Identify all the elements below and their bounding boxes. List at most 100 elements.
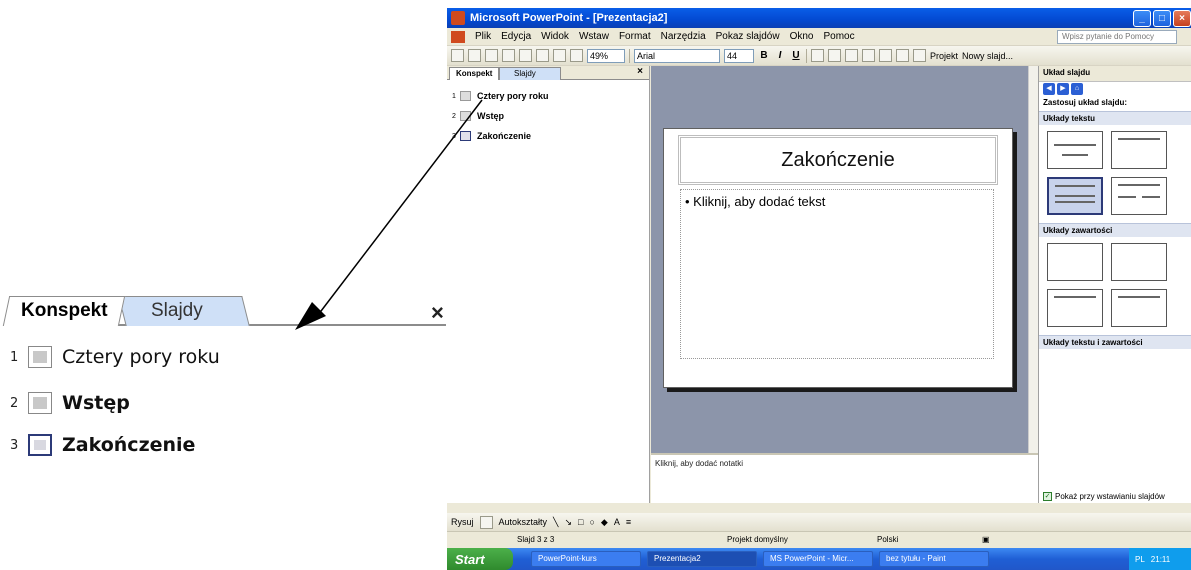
layout-two-column-text[interactable] xyxy=(1111,177,1167,215)
bold-button[interactable]: B xyxy=(758,50,770,61)
layout-two-content[interactable] xyxy=(1111,289,1167,327)
taskbar-item-prezentacja2[interactable]: Prezentacja2 xyxy=(647,551,757,567)
slide-icon xyxy=(28,346,52,368)
new-document-icon[interactable] xyxy=(451,49,464,62)
slide-scrollbar[interactable] xyxy=(1028,66,1038,453)
zoom-item-label: Cztery pory roku xyxy=(62,346,220,368)
zoom-tab-konspekt[interactable]: Konspekt xyxy=(2,296,126,326)
back-icon[interactable]: ◀ xyxy=(1043,83,1055,95)
outline-item-number: 3 xyxy=(452,132,456,140)
checkbox-checked-icon[interactable]: ✓ xyxy=(1043,492,1052,501)
document-icon[interactable] xyxy=(451,30,465,43)
taskbar-item-ms-powerpoint[interactable]: MS PowerPoint - Micr... xyxy=(763,551,873,567)
tab-slajdy[interactable]: Slajdy xyxy=(499,67,561,80)
zoom-tab-slajdy[interactable]: Slajdy xyxy=(118,296,250,326)
oval-icon[interactable]: ○ xyxy=(589,517,594,527)
menu-wstaw[interactable]: Wstaw xyxy=(579,31,609,42)
forward-icon[interactable]: ▶ xyxy=(1057,83,1069,95)
table-icon[interactable] xyxy=(570,49,583,62)
home-icon[interactable]: ⌂ xyxy=(1071,83,1083,95)
font-color-icon[interactable] xyxy=(913,49,926,62)
rectangle-icon[interactable]: □ xyxy=(578,517,583,527)
line-icon[interactable]: ╲ xyxy=(553,517,558,528)
start-button[interactable]: Start xyxy=(447,548,513,570)
slide-title-placeholder[interactable]: Zakończenie xyxy=(678,135,998,185)
zoom-item-label: Zakończenie xyxy=(62,434,196,456)
align-center-icon[interactable] xyxy=(828,49,841,62)
zoom-outline-item-3[interactable]: 3 Zakończenie xyxy=(10,430,195,460)
align-left-icon[interactable] xyxy=(811,49,824,62)
menu-widok[interactable]: Widok xyxy=(541,31,569,42)
spellcheck-icon: ▣ xyxy=(982,535,990,544)
help-search-input[interactable]: Wpisz pytanie do Pomocy xyxy=(1057,29,1177,44)
layout-content[interactable] xyxy=(1111,243,1167,281)
menu-edycja[interactable]: Edycja xyxy=(501,31,531,42)
layout-title-and-text[interactable] xyxy=(1047,177,1103,215)
menu-pomoc[interactable]: Pomoc xyxy=(823,31,854,42)
fill-color-icon[interactable]: ◆ xyxy=(601,517,608,528)
open-icon[interactable] xyxy=(468,49,481,62)
outline-item-3[interactable]: 3 Zakończenie xyxy=(452,130,531,142)
menu-pokaz-slajdow[interactable]: Pokaz slajdów xyxy=(716,31,780,42)
outline-item-1[interactable]: 1 Cztery pory roku xyxy=(452,90,549,102)
taskbar-item-paint[interactable]: bez tytułu - Paint xyxy=(879,551,989,567)
slide-icon-selected xyxy=(28,434,52,456)
arrow-icon[interactable]: ↘ xyxy=(564,517,572,528)
menu-plik[interactable]: Plik xyxy=(475,31,491,42)
draw-menu-button[interactable]: Rysuj xyxy=(451,517,474,527)
layout-title-only[interactable] xyxy=(1111,131,1167,169)
status-design: Projekt domyślny xyxy=(727,535,788,544)
formatting-toolbar: 49% Arial 44 B I U Projekt Nowy slajd... xyxy=(447,46,1191,66)
maximize-icon[interactable]: □ xyxy=(1153,10,1171,27)
show-on-insert-option[interactable]: ✓ Pokaż przy wstawianiu slajdów xyxy=(1043,492,1165,501)
zoom-outline-item-2[interactable]: 2 Wstęp xyxy=(10,388,130,418)
line-style-icon[interactable]: ≡ xyxy=(626,517,631,527)
section-text-layouts: Układy tekstu xyxy=(1039,111,1191,125)
screenshot-root: Konspekt Slajdy × 1 Cztery pory roku 2 W… xyxy=(0,0,1191,570)
language-indicator[interactable]: PL xyxy=(1135,555,1145,564)
tab-konspekt[interactable]: Konspekt xyxy=(449,67,500,80)
design-button[interactable]: Projekt xyxy=(930,51,958,61)
layout-blank[interactable] xyxy=(1047,243,1103,281)
undo-icon[interactable] xyxy=(536,49,549,62)
layout-title-and-content[interactable] xyxy=(1047,289,1103,327)
toolbar-separator xyxy=(806,48,807,63)
menu-format[interactable]: Format xyxy=(619,31,651,42)
autoshapes-button[interactable]: Autokształty xyxy=(499,517,548,527)
close-icon[interactable]: × xyxy=(1173,10,1191,27)
underline-button[interactable]: U xyxy=(790,50,802,61)
font-select[interactable]: Arial xyxy=(634,48,720,63)
zoom-close-icon[interactable]: × xyxy=(431,300,444,326)
system-tray: PL 21:11 xyxy=(1129,548,1191,570)
font-size-select[interactable]: 44 xyxy=(724,48,754,63)
taskbar-item-powerpoint-kurs[interactable]: PowerPoint-kurs xyxy=(531,551,641,567)
slide-canvas[interactable]: Zakończenie • Kliknij, aby dodać tekst xyxy=(663,128,1013,388)
content-layouts-grid xyxy=(1039,237,1191,333)
layout-title-slide[interactable] xyxy=(1047,131,1103,169)
outline-close-icon[interactable]: × xyxy=(637,66,643,77)
slide-icon xyxy=(28,392,52,414)
increase-font-icon[interactable] xyxy=(896,49,909,62)
paste-icon[interactable] xyxy=(519,49,532,62)
numbering-icon[interactable] xyxy=(862,49,875,62)
zoom-outline-item-1[interactable]: 1 Cztery pory roku xyxy=(10,342,220,372)
slide-body-placeholder[interactable]: • Kliknij, aby dodać tekst xyxy=(680,189,994,359)
zoom-select[interactable]: 49% xyxy=(587,48,625,63)
notes-pane[interactable]: Kliknij, aby dodać notatki xyxy=(651,453,1038,503)
italic-button[interactable]: I xyxy=(774,50,786,61)
menu-okno[interactable]: Okno xyxy=(790,31,814,42)
align-right-icon[interactable] xyxy=(845,49,858,62)
print-icon[interactable] xyxy=(485,49,498,62)
chart-icon[interactable] xyxy=(553,49,566,62)
copy-icon[interactable] xyxy=(502,49,515,62)
new-slide-button[interactable]: Nowy slajd... xyxy=(962,51,1013,61)
drawing-toolbar: Rysuj Autokształty ╲ ↘ □ ○ ◆ A ≡ xyxy=(447,513,1191,531)
bullets-icon[interactable] xyxy=(879,49,892,62)
select-pointer-icon[interactable] xyxy=(479,515,493,529)
minimize-icon[interactable]: _ xyxy=(1133,10,1151,27)
outline-item-2[interactable]: 2 Wstęp xyxy=(452,110,504,122)
status-language: Polski xyxy=(877,535,899,544)
windows-taskbar: Start PowerPoint-kurs Prezentacja2 MS Po… xyxy=(447,548,1191,570)
menu-narzedzia[interactable]: Narzędzia xyxy=(661,31,706,42)
font-color-draw-icon[interactable]: A xyxy=(614,517,620,527)
